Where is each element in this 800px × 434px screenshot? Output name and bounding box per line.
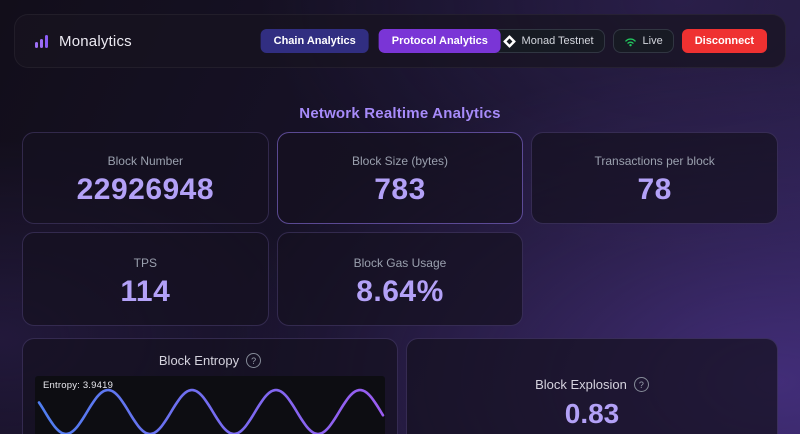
stats-row-3: Block Entropy ? Entropy: 3.9419 (22, 338, 778, 434)
stat-label: Block Gas Usage (354, 256, 447, 270)
brand: Monalytics (33, 32, 132, 50)
block-explosion-card: Block Explosion ? 0.83 (406, 338, 778, 434)
stat-value: 114 (120, 275, 170, 309)
stat-value: 783 (374, 173, 426, 207)
stats-row-2: TPS 114 Block Gas Usage 8.64% (22, 232, 778, 326)
explosion-card-header: Block Explosion ? (535, 377, 649, 392)
navbar: Monalytics Chain Analytics Protocol Anal… (14, 14, 786, 68)
chain-analytics-button[interactable]: Chain Analytics (261, 29, 369, 53)
stat-value: 22926948 (77, 173, 214, 207)
help-icon[interactable]: ? (246, 353, 261, 368)
nav-status-group: Monad Testnet Live Disconnect (492, 29, 767, 53)
stat-label: TPS (134, 256, 157, 270)
tps-card: TPS 114 (22, 232, 269, 326)
stats-grid: Block Number 22926948 Block Size (bytes)… (0, 132, 800, 434)
network-badge-label: Monad Testnet (522, 35, 594, 47)
entropy-annotation: Entropy: 3.9419 (43, 380, 113, 391)
explosion-card-title: Block Explosion (535, 377, 627, 392)
transactions-per-block-card: Transactions per block 78 (531, 132, 778, 224)
live-badge-label: Live (643, 35, 663, 47)
page-title: Network Realtime Analytics (0, 105, 800, 122)
stat-label: Block Size (bytes) (352, 154, 448, 168)
block-gas-usage-card: Block Gas Usage 8.64% (277, 232, 524, 326)
entropy-card-header: Block Entropy ? (35, 353, 385, 368)
nav-tabs: Chain Analytics Protocol Analytics (261, 29, 501, 53)
stat-label: Transactions per block (595, 154, 715, 168)
help-icon[interactable]: ? (634, 377, 649, 392)
network-badge[interactable]: Monad Testnet (492, 29, 605, 53)
stats-row-1: Block Number 22926948 Block Size (bytes)… (22, 132, 778, 224)
live-badge: Live (613, 29, 674, 53)
explosion-value: 0.83 (565, 398, 620, 430)
disconnect-button[interactable]: Disconnect (682, 29, 767, 53)
block-entropy-card: Block Entropy ? Entropy: 3.9419 (22, 338, 398, 434)
brand-name: Monalytics (59, 33, 132, 50)
monad-diamond-icon (503, 35, 516, 48)
entropy-chart: Entropy: 3.9419 (35, 376, 385, 434)
stat-value: 78 (637, 173, 671, 207)
block-number-card: Block Number 22926948 (22, 132, 269, 224)
block-size-card: Block Size (bytes) 783 (277, 132, 524, 224)
entropy-card-title: Block Entropy (159, 353, 239, 368)
protocol-analytics-button[interactable]: Protocol Analytics (379, 29, 501, 53)
bar-chart-logo-icon (33, 32, 51, 50)
live-signal-icon (624, 36, 637, 47)
stat-label: Block Number (108, 154, 183, 168)
stat-value: 8.64% (356, 275, 444, 309)
